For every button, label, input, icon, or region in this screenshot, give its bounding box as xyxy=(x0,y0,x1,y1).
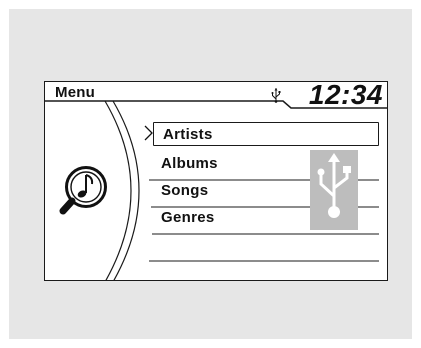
audio-display-screen: Menu 12:34 Artists Albums Songs Genres xyxy=(44,81,388,281)
menu-item-label: Artists xyxy=(163,126,213,143)
menu-item-artists[interactable]: Artists xyxy=(153,122,379,146)
page-title: Menu xyxy=(55,84,95,101)
usb-icon xyxy=(271,88,281,103)
menu-item-genres[interactable]: Genres xyxy=(161,209,215,226)
clock-display: 12:34 xyxy=(308,81,383,110)
usb-icon xyxy=(317,153,351,218)
menu-item-songs[interactable]: Songs xyxy=(161,182,208,199)
music-search-icon xyxy=(59,166,107,215)
usb-source-panel xyxy=(310,150,358,230)
menu-item-albums[interactable]: Albums xyxy=(161,155,218,172)
